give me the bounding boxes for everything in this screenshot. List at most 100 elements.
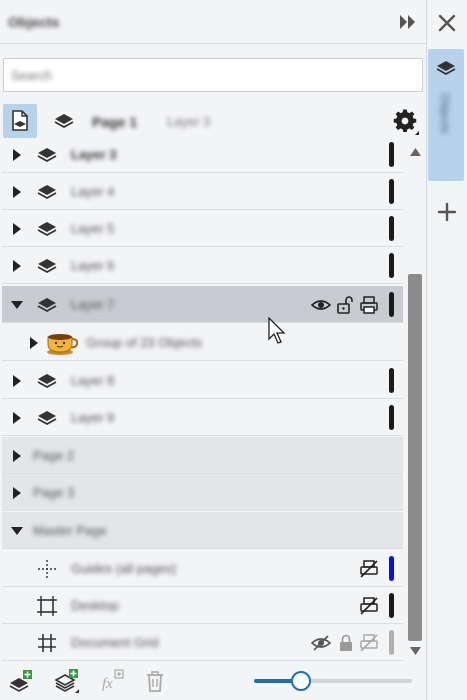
page-layers-icon: [12, 110, 28, 131]
close-button[interactable]: [433, 9, 461, 37]
expand-arrow-icon[interactable]: [11, 186, 23, 198]
double-chevron-right-icon: [400, 15, 415, 29]
current-page-label[interactable]: Page 1: [92, 114, 137, 130]
group-label[interactable]: Group of 23 Objects: [86, 335, 202, 350]
scroll-up-arrow-icon[interactable]: [410, 148, 421, 156]
objects-tab[interactable]: Objects: [428, 49, 464, 181]
layers-icon: [436, 61, 456, 76]
layer-color-bar[interactable]: [389, 405, 394, 430]
lock-icon[interactable]: [336, 633, 356, 653]
scroll-down-arrow-icon[interactable]: [410, 647, 421, 655]
objects-toolbar: Page 1 Layer 3: [0, 102, 426, 140]
document-grid-row[interactable]: Document Grid: [2, 624, 403, 661]
layer-row-4[interactable]: Layer 4: [2, 173, 403, 210]
unlock-icon[interactable]: [335, 295, 355, 315]
layer-color-bar[interactable]: [389, 292, 394, 317]
layer-label[interactable]: Document Grid: [71, 635, 158, 650]
teacup-thumbnail-icon: [47, 334, 79, 355]
layer-row-6[interactable]: Layer 6: [2, 247, 403, 284]
layer-row-9[interactable]: Layer 9: [2, 399, 403, 436]
thumbnail-size-slider[interactable]: [254, 671, 412, 691]
layer-label[interactable]: Layer 7: [71, 297, 114, 312]
desktop-row[interactable]: Desktop: [2, 587, 403, 624]
printer-disabled-icon[interactable]: [359, 633, 379, 653]
expand-arrow-icon[interactable]: [11, 375, 23, 387]
page-label[interactable]: Page 3: [33, 485, 74, 500]
guides-row[interactable]: Guides (all pages): [2, 550, 403, 587]
desktop-icon: [37, 596, 57, 616]
layer-icon: [37, 185, 57, 200]
current-layer-label[interactable]: Layer 3: [167, 114, 210, 129]
group-row[interactable]: Group of 23 Objects: [2, 324, 403, 361]
layer-label[interactable]: Layer 3: [71, 147, 117, 162]
add-docker-button[interactable]: [433, 198, 461, 226]
vertical-scrollbar[interactable]: [405, 140, 426, 660]
layer-icon: [37, 222, 57, 237]
expand-arrow-icon[interactable]: [11, 450, 23, 462]
layer-row-7[interactable]: Layer 7: [2, 286, 403, 323]
layer-row-8[interactable]: Layer 8: [2, 362, 403, 399]
expand-arrow-icon[interactable]: [11, 223, 23, 235]
layer-color-bar[interactable]: [389, 593, 394, 618]
collapse-docker-button[interactable]: [395, 9, 421, 35]
layer-label[interactable]: Layer 6: [71, 258, 114, 273]
layer-icon: [37, 259, 57, 274]
new-master-layer-icon[interactable]: [55, 669, 79, 693]
docker-header: Objects: [0, 0, 426, 44]
eye-hidden-icon[interactable]: [311, 633, 331, 653]
collapse-arrow-icon[interactable]: [11, 299, 23, 311]
page-label[interactable]: Page 2: [33, 448, 74, 463]
layer-label[interactable]: Guides (all pages): [71, 561, 177, 576]
printer-disabled-icon[interactable]: [359, 559, 379, 579]
printer-icon[interactable]: [359, 295, 379, 315]
layer-label[interactable]: Layer 4: [71, 184, 114, 199]
gear-icon[interactable]: [392, 108, 420, 136]
layer-color-bar[interactable]: [389, 142, 394, 167]
expand-arrow-icon[interactable]: [11, 487, 23, 499]
search-field[interactable]: [3, 58, 423, 92]
layer-row-5[interactable]: Layer 5: [2, 210, 403, 247]
printer-disabled-icon[interactable]: [359, 596, 379, 616]
docker-title: Objects: [8, 14, 60, 30]
layer-color-bar[interactable]: [389, 179, 394, 204]
layer-label[interactable]: Layer 5: [71, 221, 114, 236]
scrollbar-thumb[interactable]: [408, 274, 422, 641]
plus-icon: [437, 202, 457, 222]
layer-row-3[interactable]: Layer 3: [2, 136, 403, 173]
layer-color-bar[interactable]: [389, 253, 394, 278]
docker-tab-rail: Objects: [426, 0, 467, 700]
expand-arrow-icon[interactable]: [28, 337, 40, 349]
svg-text:fx: fx: [102, 676, 113, 692]
expand-arrow-icon[interactable]: [11, 412, 23, 424]
layer-color-bar[interactable]: [389, 556, 394, 581]
new-layer-icon[interactable]: [9, 669, 33, 693]
search-input[interactable]: [4, 59, 422, 91]
function-icon[interactable]: fx: [100, 669, 124, 693]
objects-tree: Layer 3 Layer 4 Layer 5 Layer 6 Layer 7: [0, 136, 405, 661]
page-view-toggle[interactable]: [3, 104, 37, 138]
page-label[interactable]: Master Page: [33, 523, 107, 538]
master-page-row[interactable]: Master Page: [2, 512, 403, 549]
layer-icon: [37, 374, 57, 389]
grid-icon: [38, 634, 56, 652]
layer-label[interactable]: Layer 8: [71, 373, 114, 388]
guides-icon: [38, 560, 56, 578]
layer-color-bar[interactable]: [389, 630, 394, 655]
layer-label[interactable]: Desktop: [71, 598, 119, 613]
page-row-2[interactable]: Page 2: [2, 437, 403, 474]
layer-label[interactable]: Layer 9: [71, 410, 114, 425]
expand-arrow-icon[interactable]: [11, 260, 23, 272]
layer-icon: [37, 411, 57, 426]
layer-color-bar[interactable]: [389, 216, 394, 241]
expand-arrow-icon[interactable]: [11, 149, 23, 161]
eye-icon[interactable]: [311, 295, 331, 315]
layer-icon: [37, 298, 57, 313]
close-icon: [438, 14, 456, 32]
slider-knob[interactable]: [291, 671, 311, 691]
layer-color-bar[interactable]: [389, 368, 394, 393]
bottom-toolbar: fx: [0, 661, 426, 700]
objects-tab-label: Objects: [438, 93, 452, 134]
collapse-arrow-icon[interactable]: [11, 525, 23, 537]
trash-icon[interactable]: [143, 669, 167, 693]
page-row-3[interactable]: Page 3: [2, 474, 403, 511]
